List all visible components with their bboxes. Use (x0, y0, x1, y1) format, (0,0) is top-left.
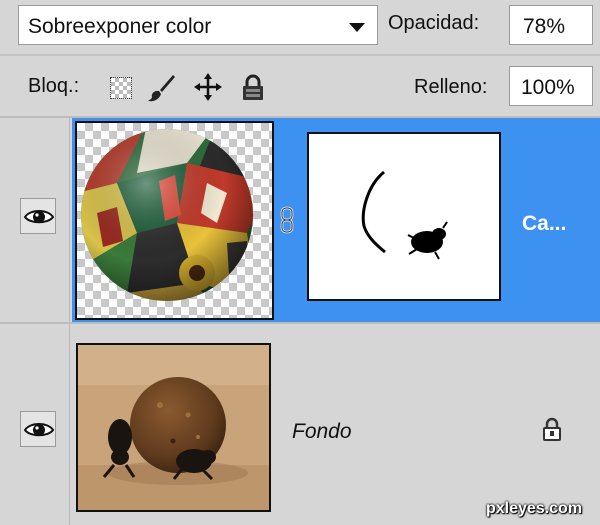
watermark: pxleyes.com (486, 500, 583, 517)
lock-transparency-icon[interactable] (110, 77, 132, 99)
lock-all-padlock-icon[interactable] (240, 74, 266, 102)
mask-shape-image (361, 170, 448, 260)
layer-mask-thumbnail[interactable] (307, 132, 501, 301)
chevron-down-icon[interactable] (349, 23, 365, 32)
visibility-toggle[interactable] (20, 411, 56, 447)
divider (0, 54, 600, 56)
eye-icon (23, 210, 55, 224)
link-chain-icon[interactable] (279, 205, 295, 235)
layer-thumbnail[interactable] (75, 121, 274, 320)
lock-image-brush-icon[interactable] (146, 73, 176, 103)
layer-name[interactable]: Ca... (522, 212, 566, 236)
opacity-label: Opacidad: (388, 12, 480, 34)
dung-beetle-photo (78, 345, 269, 510)
eye-icon (23, 423, 55, 437)
opacity-value: 78% (523, 15, 566, 38)
patchwork-sphere-image (81, 129, 253, 301)
visibility-toggle[interactable] (20, 198, 56, 234)
blend-mode-select[interactable]: Sobreexponer color (18, 5, 378, 45)
opacity-input[interactable]: 78% (509, 5, 593, 45)
fill-label: Relleno: (414, 76, 488, 98)
fill-value: 100% (521, 76, 575, 99)
padlock-icon (543, 417, 561, 441)
blend-mode-value: Sobreexponer color (28, 15, 212, 38)
layer-name[interactable]: Fondo (292, 420, 352, 444)
lock-position-move-icon[interactable] (193, 72, 223, 102)
fill-input[interactable]: 100% (509, 66, 593, 106)
layer-thumbnail[interactable] (76, 343, 271, 512)
lock-label: Bloq.: (28, 75, 80, 97)
